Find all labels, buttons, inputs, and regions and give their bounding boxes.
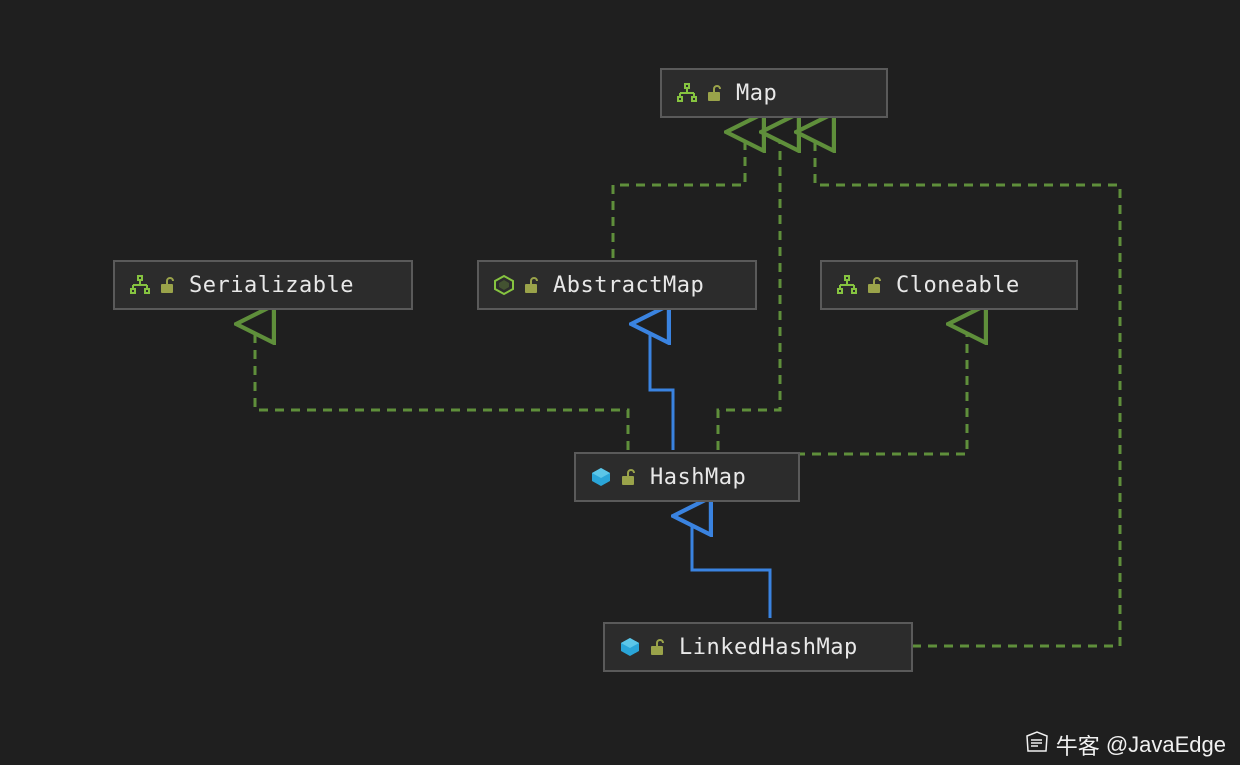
watermark-site: 牛客 (1056, 729, 1100, 761)
node-hashmap: HashMap (574, 452, 800, 502)
edge-hashmap-abstractmap (650, 324, 673, 450)
lock-open-icon (523, 276, 539, 294)
watermark-handle: @JavaEdge (1106, 732, 1226, 758)
node-label: LinkedHashMap (679, 635, 858, 660)
edge-linkedhashmap-hashmap (692, 516, 770, 618)
node-map: Map (660, 68, 888, 118)
node-label: AbstractMap (553, 273, 704, 298)
lock-open-icon (620, 468, 636, 486)
interface-icon (129, 274, 151, 296)
class-icon (619, 636, 641, 658)
node-label: HashMap (650, 465, 746, 490)
lock-open-icon (706, 84, 722, 102)
edge-hashmap-serializable (255, 324, 628, 450)
watermark-icon (1024, 729, 1050, 761)
lock-open-icon (649, 638, 665, 656)
node-abstractmap: AbstractMap (477, 260, 757, 310)
edge-hashmap-cloneable (748, 324, 967, 454)
node-label: Serializable (189, 273, 354, 298)
class-icon (590, 466, 612, 488)
watermark: 牛客 @JavaEdge (1024, 729, 1226, 761)
edge-abstractmap-map (613, 132, 745, 258)
lock-open-icon (159, 276, 175, 294)
node-cloneable: Cloneable (820, 260, 1078, 310)
node-label: Cloneable (896, 273, 1020, 298)
node-label: Map (736, 81, 777, 106)
lock-open-icon (866, 276, 882, 294)
interface-icon (836, 274, 858, 296)
node-serializable: Serializable (113, 260, 413, 310)
edge-linkedhashmap-map (815, 132, 1120, 646)
node-linkedhashmap: LinkedHashMap (603, 622, 913, 672)
interface-icon (676, 82, 698, 104)
diagram-canvas: Map Serializable AbstractMap Cloneable (0, 0, 1240, 765)
abstract-class-icon (493, 274, 515, 296)
